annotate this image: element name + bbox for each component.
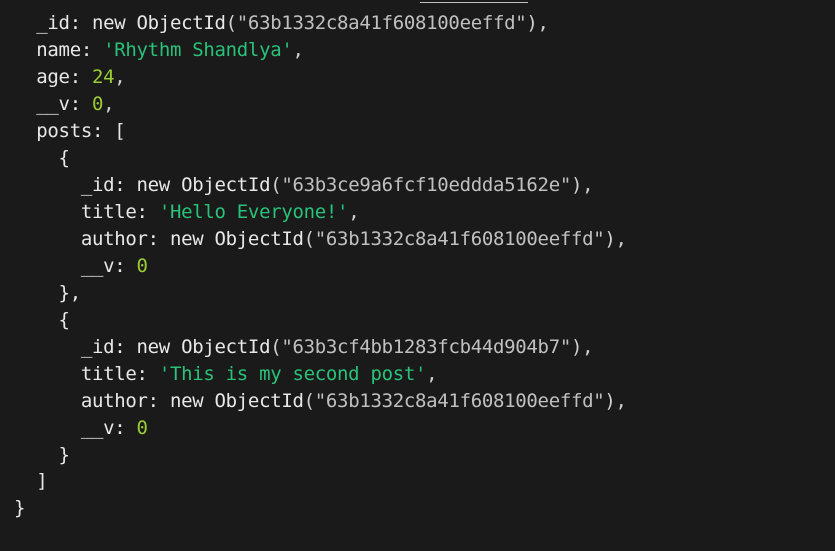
- code-text: age:: [14, 66, 92, 88]
- code-text: ),: [604, 390, 626, 412]
- code-number: 0: [137, 417, 148, 439]
- code-fn: ObjectId: [215, 228, 304, 250]
- code-arg: "63b1332c8a41f608100eeffd": [315, 228, 605, 250]
- code-text: ),: [571, 174, 593, 196]
- code-text: author: new: [14, 390, 215, 412]
- code-string: 'This is my second post': [159, 363, 426, 385]
- code-text: ),: [571, 336, 593, 358]
- code-paren: (: [270, 336, 281, 358]
- code-text: {: [14, 309, 70, 331]
- code-arg: "63b1332c8a41f608100eeffd": [315, 390, 605, 412]
- code-text: ,: [293, 39, 304, 61]
- code-number: 24: [92, 66, 114, 88]
- code-text: ]: [14, 470, 47, 492]
- code-text: title:: [14, 201, 159, 223]
- code-arg: "63b1332c8a41f608100eeffd": [237, 12, 527, 34]
- code-fn: ObjectId: [181, 174, 270, 196]
- code-arg: "63b3cf4bb1283fcb44d904b7": [281, 336, 571, 358]
- code-text: _id: new: [14, 174, 181, 196]
- code-string: 'Hello Everyone!': [159, 201, 348, 223]
- code-text: ,: [114, 66, 125, 88]
- code-text: }: [14, 444, 70, 466]
- code-number: 0: [92, 93, 103, 115]
- code-text: }: [14, 497, 25, 519]
- code-text: __v:: [14, 255, 137, 277]
- code-text: ,: [426, 363, 437, 385]
- code-block: _id: new ObjectId("63b1332c8a41f608100ee…: [0, 0, 835, 522]
- code-paren: (: [270, 174, 281, 196]
- code-string: 'Rhythm Shandlya': [103, 39, 292, 61]
- code-number: 0: [137, 255, 148, 277]
- code-text: _id: new: [14, 12, 137, 34]
- code-text: ),: [604, 228, 626, 250]
- code-paren: (: [226, 12, 237, 34]
- code-text: ,: [348, 201, 359, 223]
- code-text: ,: [103, 93, 114, 115]
- code-paren: (: [304, 228, 315, 250]
- code-text: _id: new: [14, 336, 181, 358]
- code-text: {: [14, 147, 70, 169]
- code-text: ),: [526, 12, 548, 34]
- code-fn: ObjectId: [137, 12, 226, 34]
- code-text: __v:: [14, 93, 92, 115]
- code-text: author: new: [14, 228, 215, 250]
- code-text: title:: [14, 363, 159, 385]
- code-fn: ObjectId: [215, 390, 304, 412]
- code-fn: ObjectId: [181, 336, 270, 358]
- code-text: name:: [14, 39, 103, 61]
- code-text: posts: [: [14, 120, 125, 142]
- code-arg: "63b3ce9a6fcf10eddda5162e": [281, 174, 571, 196]
- header-underline: [420, 2, 528, 3]
- code-paren: (: [304, 390, 315, 412]
- code-text: },: [14, 282, 81, 304]
- code-text: __v:: [14, 417, 137, 439]
